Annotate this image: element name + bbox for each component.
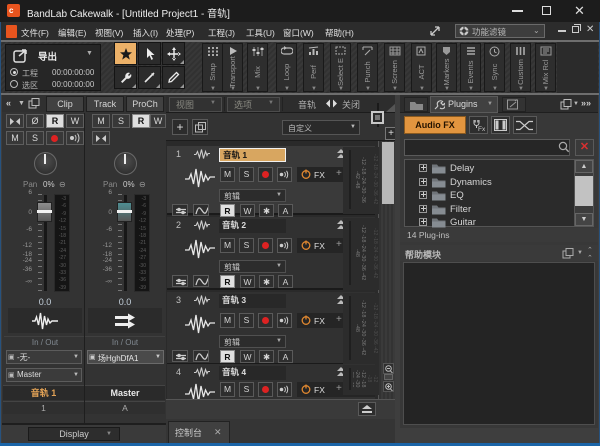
svg-text:Fx: Fx [478,126,485,132]
